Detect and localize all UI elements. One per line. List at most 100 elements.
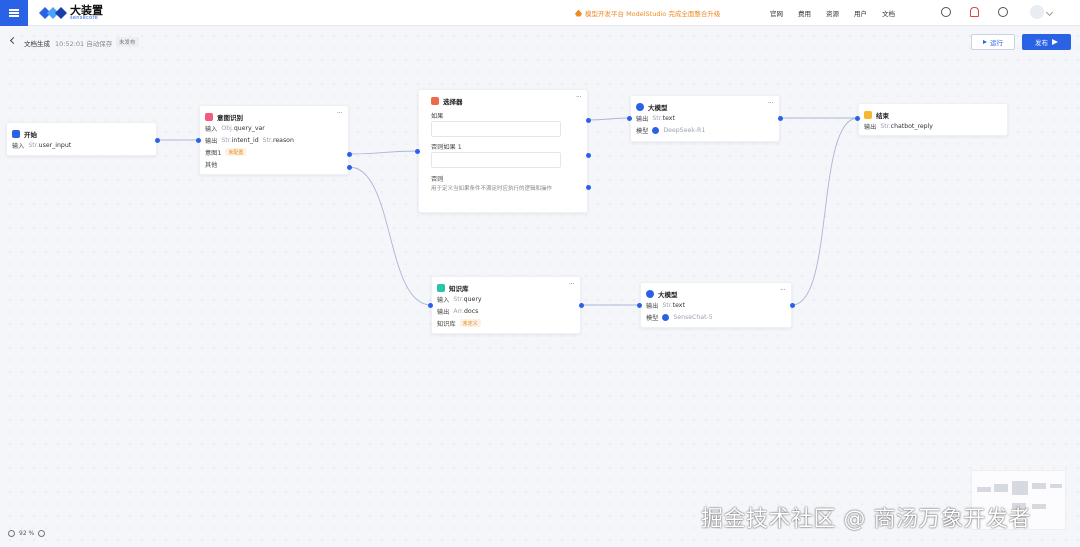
else-label: 否则 <box>431 175 444 183</box>
run-button[interactable]: 运行 <box>971 34 1015 50</box>
var-name: reason <box>272 136 294 144</box>
var-type: Str. <box>880 122 891 130</box>
model-label: 模型 <box>636 127 649 135</box>
var-type: Str. <box>662 301 673 309</box>
status-badge: 未发布 <box>116 37 139 47</box>
kb-label: 知识库 <box>437 320 456 328</box>
node-title: 大模型 <box>648 103 668 112</box>
handle-llm2-in[interactable] <box>637 303 642 308</box>
zoom-out-icon[interactable] <box>38 530 46 537</box>
var-type: Str. <box>221 136 232 144</box>
handle-llm2-out[interactable] <box>790 303 795 308</box>
run-label: 运行 <box>990 39 1003 47</box>
var-name: chatbot_reply <box>890 122 933 130</box>
var-type: Str. <box>652 114 663 122</box>
node-intent-recognition[interactable]: 意图识别 ··· 输入 Obj.query_var 输出 Str.intent_… <box>199 105 349 175</box>
if-label: 如果 <box>431 112 444 120</box>
node-llm-deepseek[interactable]: 大模型 ··· 输出 Str.text 模型 DeepSeek-R1 <box>630 95 780 142</box>
handle-selector-elseif-out[interactable] <box>586 153 591 158</box>
handle-kb-out[interactable] <box>579 303 584 308</box>
intent-1-label: 意图1 <box>205 149 222 157</box>
bell-icon[interactable] <box>970 7 979 17</box>
play-icon <box>983 40 987 44</box>
output-label: 输出 <box>437 308 450 316</box>
menu-button[interactable] <box>0 0 28 26</box>
avatar[interactable] <box>1030 5 1044 19</box>
unconfigured-badge: 未配置 <box>225 148 247 156</box>
elseif-condition-box[interactable] <box>431 152 561 168</box>
if-condition-box[interactable] <box>431 121 561 137</box>
node-title: 知识库 <box>449 284 469 293</box>
handle-intent-1-out[interactable] <box>347 152 352 157</box>
more-icon[interactable]: ··· <box>768 99 774 107</box>
handle-intent-other-out[interactable] <box>347 165 352 170</box>
nav-users[interactable]: 用户 <box>854 8 867 18</box>
more-icon[interactable]: ··· <box>569 280 575 288</box>
model-name: DeepSeek-R1 <box>663 126 706 134</box>
zoom-in-icon[interactable] <box>8 530 15 537</box>
node-title: 选择器 <box>443 97 463 106</box>
nav-resources[interactable]: 资源 <box>826 8 839 18</box>
other-label: 其他 <box>205 161 218 169</box>
hamburger-icon <box>9 12 19 14</box>
var-name: intent_id <box>231 136 259 144</box>
handle-intent-in[interactable] <box>196 138 201 143</box>
handle-kb-in[interactable] <box>428 303 433 308</box>
autosave-time: 10:52:01 自动保存 <box>55 40 113 48</box>
chevron-down-icon[interactable] <box>1045 8 1054 17</box>
node-title: 意图识别 <box>217 113 243 122</box>
intent-icon <box>205 112 213 121</box>
elseif-label: 否则如果 1 <box>431 143 462 151</box>
node-title: 结束 <box>876 111 889 120</box>
knowledge-base-icon <box>437 283 445 292</box>
var-name: user_input <box>38 141 72 149</box>
llm-icon <box>636 102 644 111</box>
handle-llm1-in[interactable] <box>627 116 632 121</box>
nav-billing[interactable]: 费用 <box>798 8 811 18</box>
var-name: query_var <box>233 124 265 132</box>
undefined-badge: 未定义 <box>459 319 481 327</box>
output-label: 输出 <box>636 115 649 123</box>
compass-icon[interactable] <box>941 7 951 17</box>
nav-official-site[interactable]: 官网 <box>770 8 783 18</box>
more-icon[interactable]: ··· <box>780 286 786 294</box>
publish-button[interactable]: 发布 <box>1022 34 1071 50</box>
node-selector[interactable]: 选择器 ··· 如果 否则如果 1 否则 用于定义当如果条件不满足时应执行的逻辑… <box>418 89 588 213</box>
top-icons <box>941 7 1008 17</box>
announcement-banner[interactable]: 模型开发平台 ModelStudio 完成全面整合升级 <box>575 8 720 18</box>
send-icon <box>1052 39 1058 45</box>
node-start[interactable]: 开始 输入 Str.user_input <box>6 122 157 156</box>
more-icon[interactable]: ··· <box>337 109 343 117</box>
start-icon <box>12 129 20 138</box>
node-title: 开始 <box>24 130 37 139</box>
more-icon[interactable]: ··· <box>576 93 582 101</box>
publish-label: 发布 <box>1035 39 1048 47</box>
selector-icon <box>431 96 439 105</box>
node-knowledge-base[interactable]: 知识库 ··· 输入 Str.query 输出 Arr.docs 知识库 未定义 <box>431 276 581 334</box>
llm-icon <box>646 289 654 298</box>
output-label: 输出 <box>864 123 877 131</box>
handle-selector-in[interactable] <box>415 149 420 154</box>
handle-start-out[interactable] <box>155 138 160 143</box>
output-label: 输出 <box>205 137 218 145</box>
globe-icon[interactable] <box>998 7 1008 17</box>
handle-selector-if-out[interactable] <box>586 118 591 123</box>
announcement-text: 模型开发平台 ModelStudio 完成全面整合升级 <box>585 10 721 18</box>
logo[interactable]: 大装置 sensecore <box>37 4 103 22</box>
model-name: SenseChat-5 <box>673 313 713 321</box>
var-type: Str. <box>453 295 464 303</box>
handle-end-in[interactable] <box>855 116 860 121</box>
node-llm-sensechat[interactable]: 大模型 ··· 输出 Str.text 模型 SenseChat-5 <box>640 282 792 328</box>
watermark: 掘金技术社区 @ 商汤万象开发者 <box>701 507 1031 532</box>
handle-llm1-out[interactable] <box>778 116 783 121</box>
node-end[interactable]: 结束 输出 Str.chatbot_reply <box>858 103 1008 136</box>
input-label: 输入 <box>437 296 450 304</box>
handle-selector-else-out[interactable] <box>586 185 591 190</box>
nav-docs[interactable]: 文档 <box>882 8 895 18</box>
model-icon <box>652 126 660 134</box>
zoom-level: 92 % <box>19 530 35 537</box>
var-type: Arr. <box>453 307 464 315</box>
node-title: 大模型 <box>658 290 678 299</box>
zoom-control: 92 % <box>8 530 46 537</box>
top-nav: 官网 费用 资源 用户 文档 <box>770 8 910 18</box>
